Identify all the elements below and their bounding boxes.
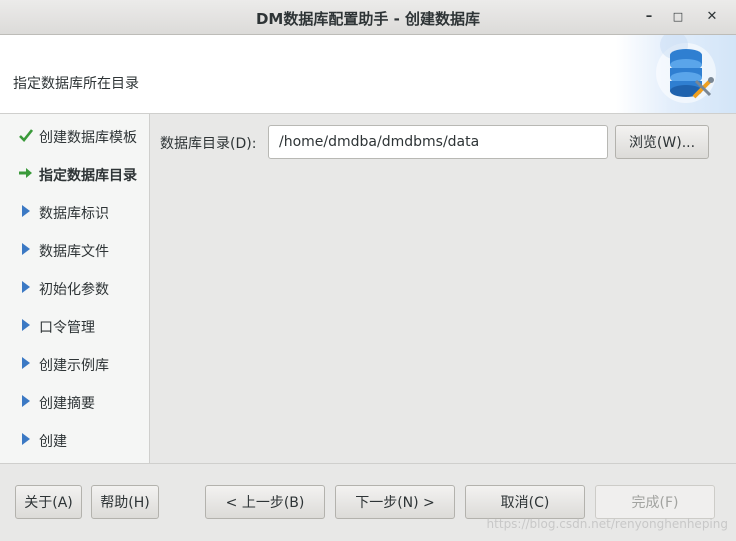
triangle-right-icon <box>19 241 33 257</box>
step-create-template: 创建数据库模板 <box>0 125 150 147</box>
about-button[interactable]: 关于(A) <box>15 485 82 519</box>
database-directory-input[interactable] <box>268 125 608 159</box>
step-label: 创建摘要 <box>39 396 95 412</box>
step-label: 数据库标识 <box>39 206 109 222</box>
database-tools-icon <box>656 35 716 103</box>
wizard-header: 指定数据库所在目录 <box>0 35 736 114</box>
step-sample-database: 创建示例库 <box>0 353 150 375</box>
next-button[interactable]: 下一步(N) > <box>335 485 455 519</box>
step-database-files: 数据库文件 <box>0 239 150 261</box>
step-label: 口令管理 <box>39 320 95 336</box>
step-database-directory: 指定数据库目录 <box>0 163 150 185</box>
help-button[interactable]: 帮助(H) <box>91 485 159 519</box>
step-create: 创建 <box>0 429 150 451</box>
window-title: DM数据库配置助手 - 创建数据库 <box>255 10 481 28</box>
title-bar: DM数据库配置助手 - 创建数据库 – □ ✕ <box>0 0 736 35</box>
step-password-management: 口令管理 <box>0 315 150 337</box>
step-label: 创建 <box>39 434 67 450</box>
watermark: https://blog.csdn.net/renyonghenheping <box>486 517 728 531</box>
triangle-right-icon <box>19 279 33 295</box>
triangle-right-icon <box>19 393 33 409</box>
triangle-right-icon <box>19 355 33 371</box>
step-label: 数据库文件 <box>39 244 109 260</box>
step-label: 创建示例库 <box>39 358 109 374</box>
browse-button[interactable]: 浏览(W)... <box>615 125 709 159</box>
triangle-right-icon <box>19 317 33 333</box>
triangle-right-icon <box>19 203 33 219</box>
check-icon <box>19 127 34 143</box>
green-arrow-icon <box>19 165 33 181</box>
maximize-button[interactable]: □ <box>667 6 689 28</box>
finish-button[interactable]: 完成(F) <box>595 485 715 519</box>
cancel-button[interactable]: 取消(C) <box>465 485 585 519</box>
database-directory-label: 数据库目录(D): <box>160 136 257 152</box>
step-label: 指定数据库目录 <box>39 168 137 184</box>
step-summary: 创建摘要 <box>0 391 150 413</box>
triangle-right-icon <box>19 431 33 447</box>
close-button[interactable]: ✕ <box>701 6 723 28</box>
steps-sidebar: 创建数据库模板 指定数据库目录 数据库标识 数据库文件 初始化参数 口令管理 创… <box>0 114 150 463</box>
main-content: 数据库目录(D): 浏览(W)... <box>151 114 736 463</box>
previous-button[interactable]: < 上一步(B) <box>205 485 325 519</box>
header-banner <box>616 35 736 113</box>
step-label: 初始化参数 <box>39 282 109 298</box>
header-title: 指定数据库所在目录 <box>13 76 139 92</box>
minimize-button[interactable]: – <box>638 6 660 28</box>
wizard-footer: 关于(A) 帮助(H) < 上一步(B) 下一步(N) > 取消(C) 完成(F… <box>0 463 736 541</box>
step-init-params: 初始化参数 <box>0 277 150 299</box>
step-label: 创建数据库模板 <box>39 130 137 146</box>
step-database-identity: 数据库标识 <box>0 201 150 223</box>
